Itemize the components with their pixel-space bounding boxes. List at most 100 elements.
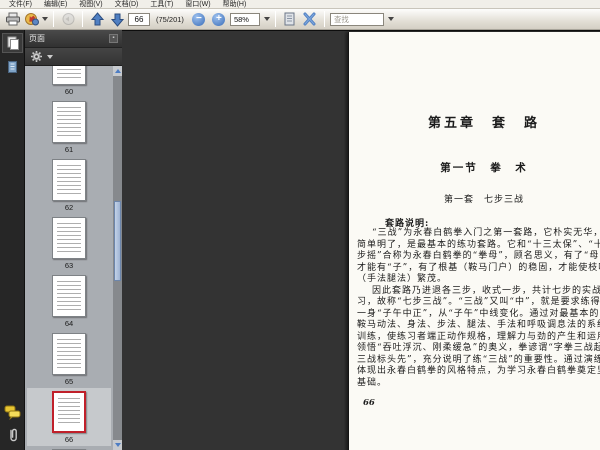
search-input[interactable] <box>329 12 384 26</box>
options-dropdown-caret[interactable] <box>47 54 53 59</box>
body-line: 训练，使练习者端正动作规格，理解力与劲的产生和运用， <box>357 331 600 342</box>
zoom-out-icon: − <box>192 12 206 26</box>
sidebar-header: 页面 ▪ <box>25 30 122 48</box>
share-icon <box>24 12 40 26</box>
body-line: 一身“子午中正”，从“子午”中线变化。通过对最基本的 <box>357 308 600 319</box>
scrollbar-thumb[interactable] <box>114 201 121 281</box>
thumbnail-page-61[interactable]: 61 <box>27 98 111 156</box>
zoom-level-field[interactable]: 58% <box>229 12 260 26</box>
page-number-input[interactable] <box>128 12 150 26</box>
print-button[interactable] <box>4 10 22 28</box>
menu-window[interactable]: 窗口(W) <box>179 0 216 9</box>
thumbnail-page-67[interactable] <box>27 446 111 450</box>
sidebar-menu-button[interactable]: ▪ <box>109 34 118 43</box>
sidebar-title: 页面 <box>29 34 45 43</box>
pdf-reader-window: 文件(F) 编辑(E) 视图(V) 文档(D) 工具(T) 窗口(W) 帮助(H… <box>0 0 600 450</box>
document-page: 第五章 套 路 第一节 拳 术 第一套 七步三战 套路说明: “三战”为永春白鹤… <box>348 32 600 450</box>
scroll-down-button[interactable] <box>113 440 122 450</box>
thumbnail-page-66-selected[interactable]: 66 <box>27 388 111 446</box>
pages-sidebar: 页面 ▪ 60 61 62 63 64 65 66 <box>25 30 122 450</box>
thumbnail-image[interactable] <box>52 275 86 317</box>
bookmarks-icon <box>6 60 19 74</box>
body-line: 才能有“子”，有了根基（鞍马门户）的稳固，才能使枝叶 <box>357 262 600 273</box>
previous-view-icon <box>61 12 76 26</box>
thumbnail-page-60[interactable]: 60 <box>27 66 111 98</box>
comments-icon <box>4 405 21 420</box>
body-line: 因此套路乃进退各三步，收式一步，共计七步的实战练 <box>372 285 600 296</box>
thumbnail-label: 65 <box>64 377 74 386</box>
thumbnail-page-64[interactable]: 64 <box>27 272 111 330</box>
thumbnail-image[interactable] <box>52 101 86 143</box>
thumbnail-label: 62 <box>64 203 74 212</box>
printed-page-number: 66 <box>363 398 375 408</box>
share-button[interactable] <box>24 10 48 28</box>
next-page-button[interactable] <box>108 10 126 28</box>
thumbnail-page-63[interactable]: 63 <box>27 214 111 272</box>
attachments-panel-tab[interactable] <box>2 425 23 445</box>
options-gear-icon[interactable] <box>30 50 43 63</box>
document-view[interactable]: 第五章 套 路 第一节 拳 术 第一套 七步三战 套路说明: “三战”为永春白鹤… <box>122 30 600 450</box>
thumbnail-page-65[interactable]: 65 <box>27 330 111 388</box>
zoom-in-button[interactable]: + <box>210 10 228 28</box>
paperclip-icon <box>7 427 19 443</box>
printer-icon <box>5 12 21 26</box>
menu-tools[interactable]: 工具(T) <box>144 0 179 9</box>
comments-panel-tab[interactable] <box>2 402 23 422</box>
share-dropdown-caret[interactable] <box>42 17 48 21</box>
navigation-tab-strip <box>0 30 25 450</box>
zoom-out-button[interactable]: − <box>190 10 208 28</box>
thumbnail-label: 61 <box>64 145 74 154</box>
thumbnail-image[interactable] <box>52 391 86 433</box>
zoom-dropdown-caret[interactable] <box>263 17 270 21</box>
menu-view[interactable]: 视图(V) <box>73 0 108 9</box>
toolbar-separator <box>53 11 54 27</box>
thumbnail-list: 60 61 62 63 64 65 66 <box>25 66 113 450</box>
body-line: （手法腿法）繁茂。 <box>357 274 448 284</box>
body-line: 三战标头先”，充分说明了练“三战”的重要性。通过演练， <box>357 354 600 365</box>
scroll-up-button[interactable] <box>113 66 122 76</box>
previous-view-button[interactable] <box>59 10 77 28</box>
main-area: 页面 ▪ 60 61 62 63 64 65 66 第五章 套 路 第一节 拳 … <box>0 30 600 450</box>
thumbnail-image[interactable] <box>52 217 86 259</box>
body-line: 习，故称“七步三战”。“三战”又叫“中”，就是要求练得 <box>357 297 600 307</box>
thumbnail-image[interactable] <box>52 333 86 375</box>
thumbnails-panel: 60 61 62 63 64 65 66 <box>25 66 122 450</box>
thumbnail-label: 60 <box>64 87 74 96</box>
fit-window-button[interactable] <box>301 10 319 28</box>
single-page-icon <box>283 12 296 26</box>
section-title: 第一节 拳 术 <box>440 162 528 174</box>
bookmarks-panel-tab[interactable] <box>2 57 23 77</box>
page-count-label: (75/201) <box>156 14 184 24</box>
menu-edit[interactable]: 编辑(E) <box>38 0 73 9</box>
sidebar-options-bar <box>25 48 122 66</box>
thumbnail-label: 66 <box>64 435 74 444</box>
sidebar-scrollbar[interactable] <box>113 66 122 450</box>
previous-page-button[interactable] <box>88 10 106 28</box>
chapter-title: 第五章 套 路 <box>427 116 540 131</box>
body-line: “三战”为永春白鹤拳入门之第一套路，它朴实无华， <box>372 228 600 238</box>
body-line: 体现出永春白鹤拳的风格特点，为学习永春白鹤拳奠定坚实 <box>357 366 600 376</box>
menu-document[interactable]: 文档(D) <box>109 0 145 9</box>
toolbar-separator <box>323 11 325 27</box>
body-line: 简单明了，是最基本的练功套路。它和“十三太保”、“十三 <box>357 239 600 250</box>
body-line: 步摇”合称为永春白鹤拳的“拳母”，顾名思义，有了“母” <box>357 251 600 261</box>
menu-bar: 文件(F) 编辑(E) 视图(V) 文档(D) 工具(T) 窗口(W) 帮助(H… <box>0 0 600 9</box>
thumbnail-page-62[interactable]: 62 <box>27 156 111 214</box>
main-toolbar: (75/201) − + 58% <box>0 9 600 30</box>
scroll-up-icon <box>114 69 121 73</box>
search-dropdown-caret[interactable] <box>387 17 394 21</box>
toolbar-separator <box>82 11 83 27</box>
single-page-button[interactable] <box>281 10 299 28</box>
pages-icon <box>6 36 20 50</box>
fit-window-icon <box>302 12 317 26</box>
thumbnail-image[interactable] <box>52 66 86 85</box>
subsection-title: 第一套 七步三战 <box>443 195 524 205</box>
scroll-down-icon <box>114 443 121 447</box>
menu-file[interactable]: 文件(F) <box>3 0 38 9</box>
page-down-icon <box>110 12 125 27</box>
menu-help[interactable]: 帮助(H) <box>217 0 253 9</box>
thumbnail-label: 63 <box>64 261 74 270</box>
thumbnail-image[interactable] <box>52 159 86 201</box>
pages-panel-tab[interactable] <box>2 33 23 53</box>
body-line: 鞍马动法、身法、步法、腿法、手法和呼吸调息法的系统性 <box>357 320 600 330</box>
